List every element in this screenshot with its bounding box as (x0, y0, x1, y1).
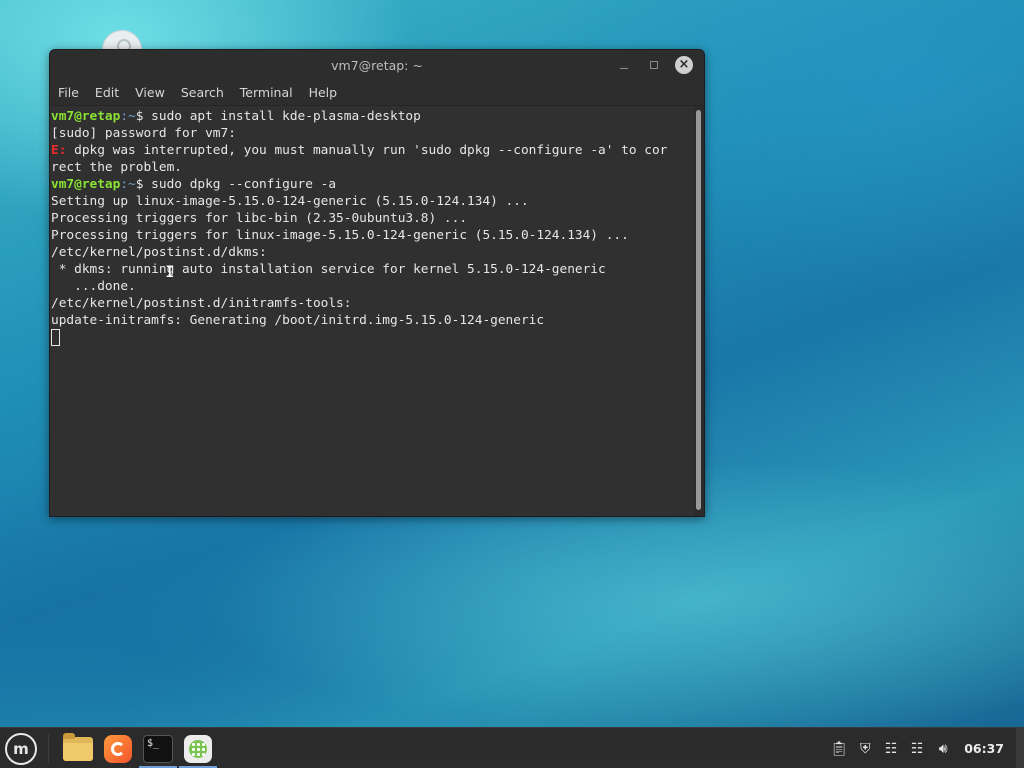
menu-edit[interactable]: Edit (87, 80, 127, 106)
output-text: Processing triggers for linux-image-5.15… (51, 228, 629, 243)
output-text: /etc/kernel/postinst.d/initramfs-tools: (51, 296, 352, 311)
output-text: dpkg was interrupted, you must manually … (66, 143, 668, 158)
terminal-line: [sudo] password for vm7: (51, 125, 696, 142)
terminal-line: Setting up linux-image-5.15.0-124-generi… (51, 193, 696, 210)
terminal-output[interactable]: vm7@retap:~$ sudo apt install kde-plasma… (50, 106, 696, 516)
files-launcher[interactable] (61, 732, 95, 766)
taskbar-separator (48, 734, 49, 764)
start-menu-button[interactable]: m (5, 733, 37, 765)
prompt-user: vm7@retap (51, 109, 121, 124)
prompt-command: $ sudo dpkg --configure -a (135, 177, 337, 192)
minimize-icon (620, 67, 628, 69)
volume-icon[interactable]: 🔊︎ (932, 739, 954, 759)
apps-icon (184, 735, 212, 763)
menu-view[interactable]: View (127, 80, 173, 106)
menu-file[interactable]: File (50, 80, 87, 106)
menu-help[interactable]: Help (301, 80, 346, 106)
close-button[interactable]: × (674, 50, 694, 80)
system-tray: 📋︎ ⛨ ☷ ☷ 🔊︎ 06:37 (828, 728, 1024, 768)
menu-search[interactable]: Search (173, 80, 232, 106)
maximize-button[interactable] (642, 50, 666, 80)
output-text: Setting up linux-image-5.15.0-124-generi… (51, 194, 529, 209)
files-icon (63, 733, 93, 761)
firefox-icon (104, 735, 132, 763)
maximize-icon (650, 61, 658, 69)
title-bar[interactable]: vm7@retap: ~ × (50, 50, 704, 80)
network-icon[interactable]: ☷ (906, 739, 928, 759)
text-cursor-icon: I (165, 262, 175, 281)
prompt-user: vm7@retap (51, 177, 121, 192)
terminal-line: update-initramfs: Generating /boot/initr… (51, 312, 696, 329)
terminal-cursor-line (51, 329, 696, 346)
terminal-line: ...done. (51, 278, 696, 295)
terminal-line: E: dpkg was interrupted, you must manual… (51, 142, 696, 159)
output-text: [sudo] password for vm7: (51, 126, 236, 141)
terminal-line: * dkms: running auto installation servic… (51, 261, 696, 278)
apps-launcher[interactable] (181, 732, 215, 766)
minimize-button[interactable] (612, 50, 636, 80)
menu-terminal[interactable]: Terminal (232, 80, 301, 106)
firefox-launcher[interactable] (101, 732, 135, 766)
clock[interactable]: 06:37 (964, 741, 1004, 756)
menu-bar: File Edit View Search Terminal Help (50, 80, 704, 106)
output-text: /etc/kernel/postinst.d/dkms: (51, 245, 267, 260)
shield-icon[interactable]: ⛨ (854, 739, 876, 759)
output-text: * dkms: running auto installation servic… (51, 262, 606, 277)
output-text: Processing triggers for libc-bin (2.35-0… (51, 211, 468, 226)
error-prefix: E: (51, 143, 67, 158)
scrollbar[interactable] (694, 106, 704, 516)
output-text: ...done. (51, 279, 136, 294)
terminal-icon: $_ (143, 735, 173, 763)
clipboard-icon[interactable]: 📋︎ (828, 739, 850, 759)
prompt-command: $ sudo apt install kde-plasma-desktop (135, 109, 421, 124)
terminal-line: /etc/kernel/postinst.d/initramfs-tools: (51, 295, 696, 312)
terminal-launcher[interactable]: $_ (141, 732, 175, 766)
scrollbar-thumb[interactable] (696, 110, 701, 510)
terminal-cursor (51, 329, 60, 346)
terminal-line: vm7@retap:~$ sudo dpkg --configure -a (51, 176, 696, 193)
output-text: rect the problem. (51, 160, 182, 175)
terminal-window[interactable]: vm7@retap: ~ × File Edit View Search Ter… (49, 49, 705, 517)
window-title: vm7@retap: ~ (331, 57, 423, 73)
terminal-line: Processing triggers for linux-image-5.15… (51, 227, 696, 244)
terminal-line: vm7@retap:~$ sudo apt install kde-plasma… (51, 108, 696, 125)
close-icon: × (675, 56, 693, 74)
taskbar: m $_ 📋︎ ⛨ ☷ ☷ 🔊︎ 06:37 (0, 727, 1024, 768)
terminal-line: rect the problem. (51, 159, 696, 176)
terminal-line: /etc/kernel/postinst.d/dkms: (51, 244, 696, 261)
output-text: update-initramfs: Generating /boot/initr… (51, 313, 545, 328)
prompt-path: :~ (120, 109, 136, 124)
show-desktop-button[interactable] (1016, 728, 1024, 768)
terminal-line: Processing triggers for libc-bin (2.35-0… (51, 210, 696, 227)
prompt-path: :~ (120, 177, 136, 192)
notes-icon[interactable]: ☷ (880, 739, 902, 759)
